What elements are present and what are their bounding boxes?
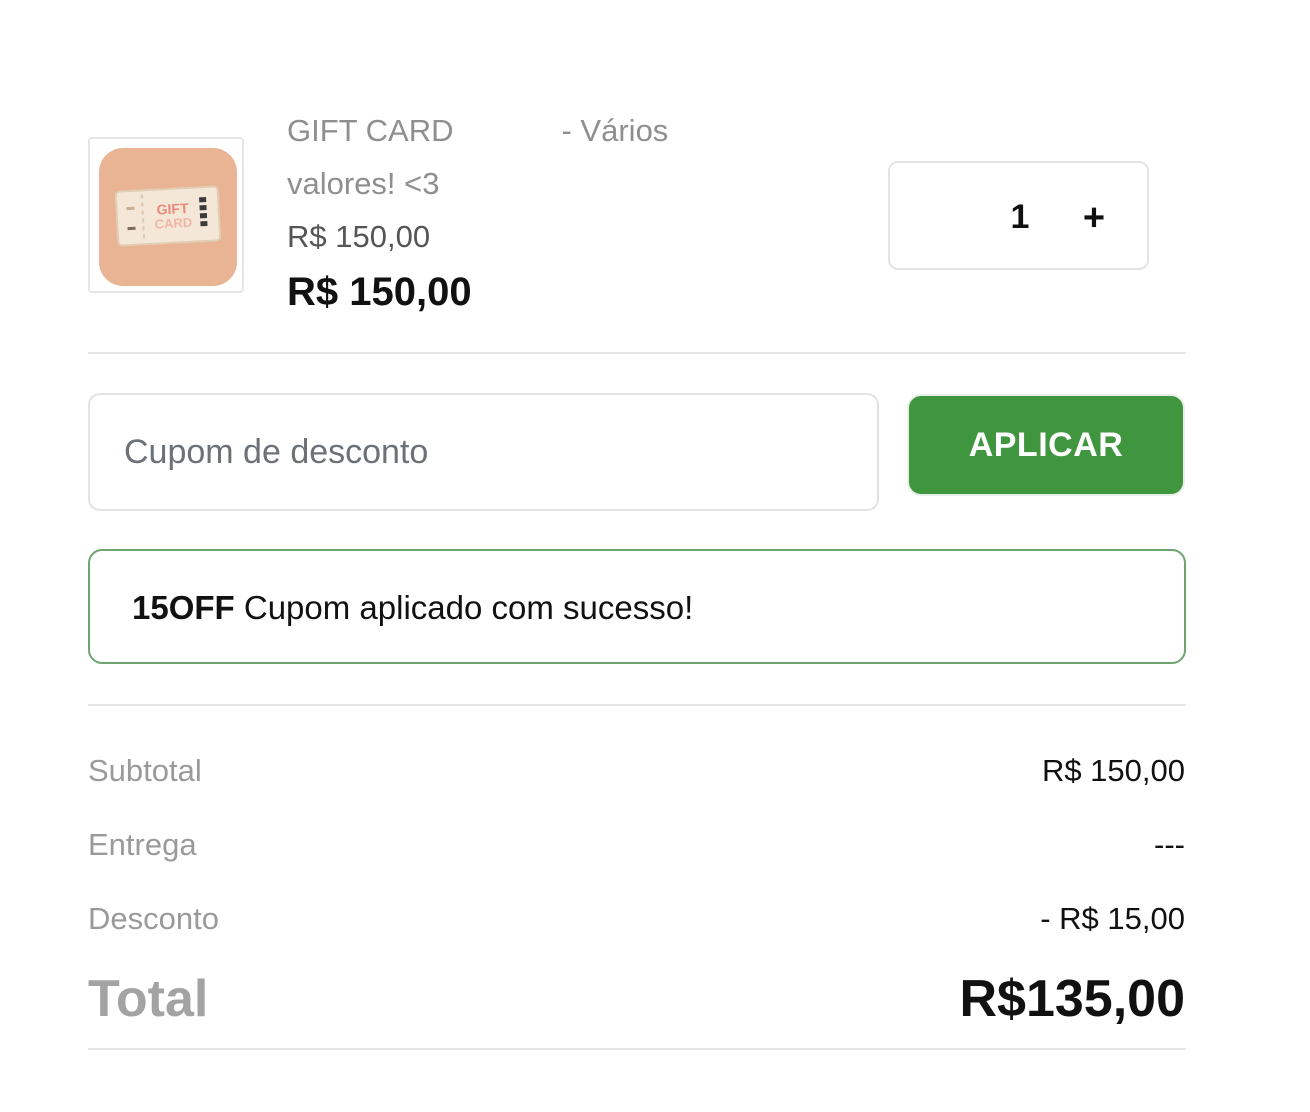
product-thumbnail[interactable]: GIFT CARD (88, 137, 244, 293)
gift-card-icon: GIFT CARD (99, 148, 237, 286)
total-label: Total (88, 970, 209, 1028)
quantity-stepper[interactable]: 1 + (888, 161, 1149, 270)
line-total-price: R$ 150,00 (287, 270, 472, 314)
product-name-title: GIFT CARD (287, 113, 454, 148)
subtotal-label: Subtotal (88, 753, 202, 788)
total-value: R$135,00 (959, 970, 1185, 1028)
coupon-code: 15OFF (132, 589, 235, 626)
apply-coupon-button[interactable]: APLICAR (907, 394, 1185, 496)
coupon-success-text: 15OFF Cupom aplicado com sucesso! (132, 588, 693, 628)
coupon-success-message: 15OFF Cupom aplicado com sucesso! (88, 549, 1186, 664)
product-name-continued: valores! <3 (287, 166, 440, 201)
product-variant: - Vários (561, 113, 669, 148)
coupon-success-label: Cupom aplicado com sucesso! (243, 589, 694, 626)
shipping-value: --- (1154, 827, 1185, 862)
subtotal-value: R$ 150,00 (1041, 753, 1185, 788)
discount-value: - R$ 15,00 (1040, 901, 1185, 936)
discount-label: Desconto (88, 901, 219, 936)
unit-price: R$ 150,00 (287, 219, 431, 254)
quantity-value: 1 (1010, 198, 1030, 236)
divider (88, 704, 1186, 706)
svg-text:CARD: CARD (154, 215, 192, 232)
divider (88, 1048, 1186, 1050)
product-name[interactable]: GIFT CARD - Vários (287, 111, 727, 151)
divider (88, 352, 1186, 354)
increase-quantity-button[interactable]: + (1076, 197, 1112, 239)
coupon-input[interactable] (88, 393, 879, 511)
shipping-label: Entrega (88, 827, 197, 862)
